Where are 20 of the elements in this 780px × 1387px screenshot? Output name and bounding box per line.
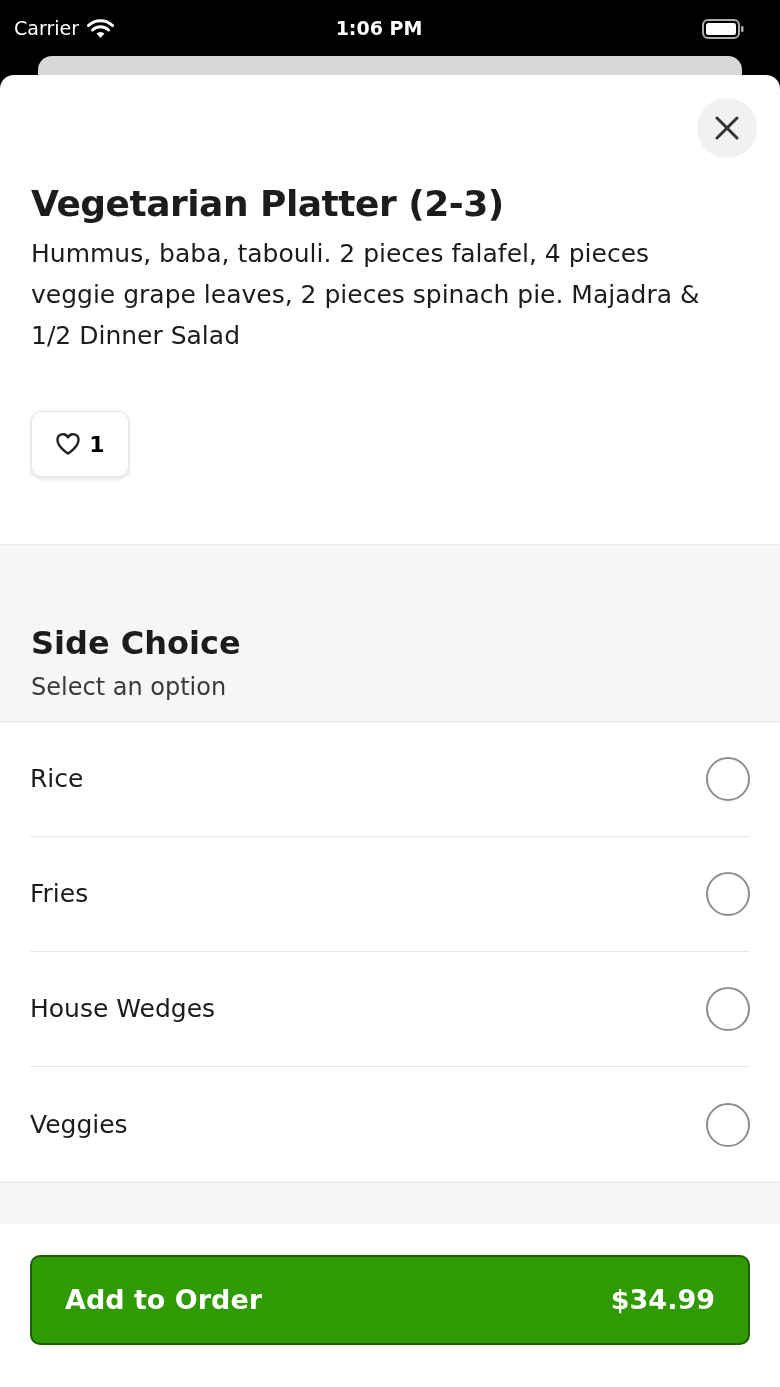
radio-button[interactable] [706, 872, 750, 917]
option-label: House Wedges [30, 993, 216, 1026]
add-to-order-button[interactable]: Add to Order $34.99 [30, 1255, 750, 1346]
item-title: Vegetarian Platter (2-3) [31, 182, 505, 226]
wifi-icon [87, 18, 114, 39]
section-subtitle: Select an option [31, 672, 228, 704]
radio-button[interactable] [706, 757, 750, 802]
item-description: Hummus, baba, tabouli. 2 pieces falafel, 4 pieces veggie grape leaves, 2 pieces spinach pie. Majadra & 1/2 Dinner Salad [31, 238, 701, 353]
option-label: Rice [30, 763, 84, 796]
carrier-label: Carrier [14, 16, 79, 42]
option-label: Fries [30, 878, 89, 911]
heart-icon [55, 432, 82, 457]
battery-icon [702, 18, 744, 39]
close-icon [715, 116, 739, 140]
option-label: Veggies [30, 1108, 128, 1141]
like-button[interactable]: 1 [31, 411, 129, 478]
section-title: Side Choice [31, 623, 242, 665]
radio-button[interactable] [706, 987, 750, 1032]
clock-time: 1:06 PM [335, 17, 423, 40]
radio-button[interactable] [706, 1102, 750, 1147]
